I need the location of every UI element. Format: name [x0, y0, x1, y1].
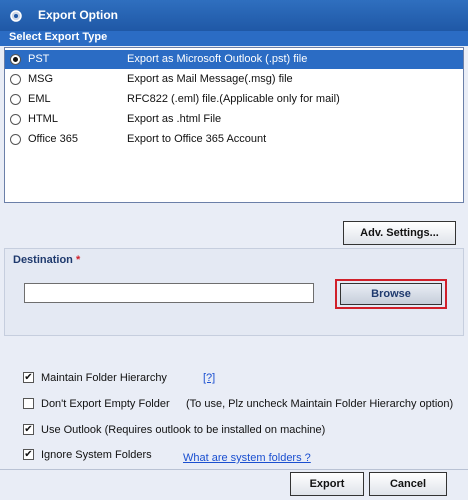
export-type-option-eml[interactable]: EML RFC822 (.eml) file.(Applicable only …	[5, 90, 463, 109]
destination-label-text: Destination	[13, 254, 73, 266]
destination-panel: Destination * Browse	[4, 248, 464, 336]
export-type-option-msg[interactable]: MSG Export as Mail Message(.msg) file	[5, 70, 463, 89]
checkbox[interactable]: ✔	[23, 372, 34, 383]
cancel-button[interactable]: Cancel	[369, 472, 447, 496]
destination-path-input[interactable]	[24, 283, 314, 303]
checkbox[interactable]: ✔	[23, 449, 34, 460]
browse-button[interactable]: Browse	[340, 283, 442, 305]
empty-folder-note: (To use, Plz uncheck Maintain Folder Hie…	[186, 398, 454, 410]
option-description: Export as Microsoft Outlook (.pst) file	[127, 53, 308, 65]
option-name: HTML	[28, 113, 58, 125]
option-name: MSG	[28, 73, 54, 85]
option-description: RFC822 (.eml) file.(Applicable only for …	[127, 93, 340, 105]
radio-button[interactable]	[10, 94, 21, 105]
option-label: Don't Export Empty Folder	[41, 398, 170, 410]
option-label: Maintain Folder Hierarchy	[41, 372, 167, 384]
footer-divider	[0, 469, 468, 470]
system-folders-help-link[interactable]: What are system folders ?	[183, 452, 311, 464]
export-type-header-label: Select Export Type	[9, 31, 108, 43]
option-description: Export to Office 365 Account	[127, 133, 267, 145]
export-type-option-html[interactable]: HTML Export as .html File	[5, 110, 463, 129]
option-label: Ignore System Folders	[41, 449, 152, 461]
adv-settings-button[interactable]: Adv. Settings...	[343, 221, 456, 245]
destination-label: Destination *	[13, 254, 80, 266]
required-mark: *	[75, 254, 81, 266]
checkbox[interactable]: ✔	[23, 424, 34, 435]
radio-button[interactable]	[10, 134, 21, 145]
wrench-gear-icon	[10, 10, 22, 22]
radio-button[interactable]	[10, 54, 21, 65]
option-description: Export as .html File	[127, 113, 222, 125]
radio-button[interactable]	[10, 74, 21, 85]
option-name: Office 365	[28, 133, 78, 145]
option-name: PST	[28, 53, 50, 65]
hierarchy-help-link[interactable]: [?]	[203, 372, 215, 384]
checkbox[interactable]	[23, 398, 34, 409]
export-type-list: PST Export as Microsoft Outlook (.pst) f…	[4, 47, 464, 203]
option-label: Use Outlook (Requires outlook to be inst…	[41, 424, 326, 436]
option-description: Export as Mail Message(.msg) file	[127, 73, 293, 85]
option-name: EML	[28, 93, 51, 105]
export-type-option-pst[interactable]: PST Export as Microsoft Outlook (.pst) f…	[5, 50, 463, 69]
radio-button[interactable]	[10, 114, 21, 125]
title-bar: Export Option	[0, 0, 468, 31]
export-type-option-office365[interactable]: Office 365 Export to Office 365 Account	[5, 130, 463, 149]
window-title: Export Option	[38, 8, 118, 22]
export-button[interactable]: Export	[290, 472, 364, 496]
export-type-header: Select Export Type	[0, 31, 468, 46]
